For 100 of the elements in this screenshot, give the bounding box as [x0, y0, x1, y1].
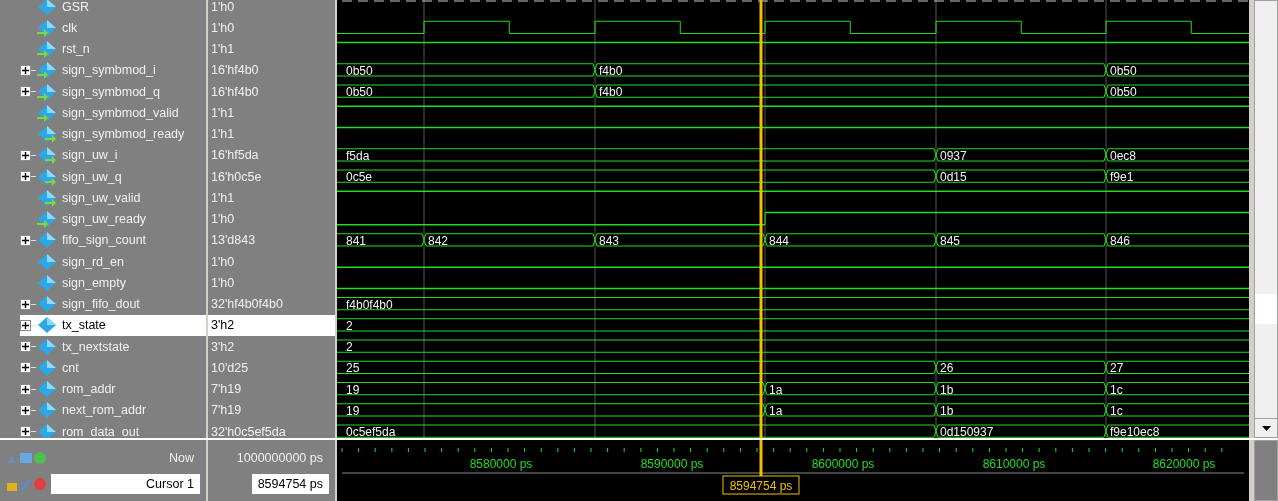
- signal-name: clk: [61, 20, 78, 35]
- signal-row[interactable]: rst_n: [20, 38, 206, 60]
- time-tick-label: 8590000 ps: [640, 457, 704, 471]
- signal-name: sign_rd_en: [61, 254, 124, 269]
- expand-icon[interactable]: [20, 383, 31, 395]
- bus-value: 842: [428, 233, 449, 248]
- bus-value: 2: [346, 340, 353, 354]
- signal-value: 1'h0: [210, 275, 235, 290]
- signal-row[interactable]: clk: [20, 17, 206, 39]
- bus-value: 1b: [940, 382, 954, 397]
- expand-icon[interactable]: [20, 64, 31, 76]
- bus-value: 841: [346, 233, 367, 248]
- now-time: 1000000000 ps: [235, 449, 324, 467]
- bus-value: 0d150937: [940, 425, 994, 438]
- signal-name: sign_uw_valid: [61, 190, 141, 205]
- signal-value: 1'h0: [210, 254, 235, 269]
- now-label: Now: [168, 449, 195, 467]
- signal-name: sign_fifo_dout: [61, 297, 140, 312]
- bus-value: 1b: [940, 403, 954, 418]
- signal-row[interactable]: cnt: [20, 357, 206, 379]
- expand-icon[interactable]: [20, 319, 31, 331]
- bus-value: 0937: [940, 148, 967, 163]
- bus-value: 0d15: [940, 170, 967, 184]
- cursor-flag[interactable]: 8594754 ps: [722, 475, 800, 495]
- signal-name: fifo_sign_count: [61, 233, 147, 248]
- signal-row[interactable]: sign_symbmod_q: [20, 81, 206, 103]
- signal-row[interactable]: sign_uw_ready: [20, 208, 206, 230]
- cursor-time: 8594754 ps: [251, 473, 329, 494]
- signal-value: 16'hf4b0: [210, 84, 259, 99]
- corner-panel: [1254, 440, 1278, 501]
- signal-value: 13'd843: [210, 233, 256, 248]
- signal-value: 1'h1: [210, 42, 235, 57]
- signal-row[interactable]: next_rom_addr: [20, 399, 206, 421]
- time-tick-label: 8600000 ps: [811, 457, 875, 471]
- signal-name: sign_symbmod_q: [61, 84, 160, 99]
- signal-row[interactable]: fifo_sign_count: [20, 229, 206, 251]
- signal-value: 1'h1: [210, 127, 235, 142]
- signal-name: tx_nextstate: [61, 339, 130, 354]
- signal-name: sign_empty: [61, 275, 126, 290]
- signal-name: sign_symbmod_i: [61, 63, 156, 78]
- bus-value: 844: [769, 233, 790, 248]
- signal-name: rom_addr: [61, 382, 116, 397]
- signal-name: GSR: [61, 0, 90, 14]
- signal-row[interactable]: sign_uw_valid: [20, 187, 206, 209]
- expand-icon[interactable]: [20, 86, 31, 98]
- cursor-name[interactable]: Cursor 1: [51, 473, 200, 494]
- signal-value: 1'h0: [210, 20, 235, 35]
- expand-icon[interactable]: [20, 298, 31, 310]
- signal-value: 1'h0: [210, 212, 235, 227]
- signal-row[interactable]: sign_empty: [20, 272, 206, 294]
- bus-value: 25: [346, 361, 360, 376]
- expand-icon[interactable]: [20, 171, 31, 183]
- bus-value: 0c5ef5da: [346, 425, 396, 438]
- bus-value: 1a: [769, 403, 783, 418]
- bus-value: 1c: [1110, 403, 1123, 418]
- expand-icon[interactable]: [20, 149, 31, 161]
- bus-value: 26: [940, 361, 954, 376]
- bus-value: 1a: [769, 382, 783, 397]
- signal-row[interactable]: sign_symbmod_i: [20, 59, 206, 81]
- signal-row[interactable]: tx_state: [20, 314, 206, 336]
- bus-value: f4b0: [599, 63, 623, 78]
- signal-value: 16'h0c5e: [210, 169, 262, 184]
- signal-row[interactable]: sign_fifo_dout: [20, 293, 206, 315]
- signal-row[interactable]: sign_symbmod_ready: [20, 123, 206, 145]
- expand-icon[interactable]: [20, 234, 31, 246]
- bus-value: f4b0f4b0: [346, 297, 393, 312]
- signal-value: 1'h1: [210, 105, 235, 120]
- signal-row[interactable]: sign_rd_en: [20, 251, 206, 273]
- signal-value: 16'hf4b0: [210, 63, 259, 78]
- signal-value: 3'h2: [210, 339, 235, 354]
- signal-name: sign_symbmod_ready: [61, 127, 185, 142]
- signal-value: 7'h19: [210, 382, 242, 397]
- time-tick-label: 8610000 ps: [982, 457, 1046, 471]
- expand-icon[interactable]: [20, 426, 31, 438]
- expand-icon[interactable]: [20, 341, 31, 353]
- signal-name: rom_data_out: [61, 424, 140, 438]
- signal-value: 3'h2: [210, 318, 235, 333]
- bus-value: 846: [1110, 233, 1131, 248]
- scroll-thumb[interactable]: [1255, 294, 1277, 324]
- signal-row[interactable]: GSR: [20, 0, 206, 18]
- signal-row[interactable]: tx_nextstate: [20, 336, 206, 358]
- signal-name: sign_uw_ready: [61, 212, 147, 227]
- expand-icon[interactable]: [20, 404, 31, 416]
- signal-row[interactable]: rom_addr: [20, 378, 206, 400]
- cursor-line[interactable]: [759, 0, 763, 438]
- signal-value: 7'h19: [210, 403, 242, 418]
- bus-value: 0b50: [346, 63, 373, 78]
- signal-name: sign_uw_i: [61, 148, 118, 163]
- signal-value: 1'h1: [210, 190, 235, 205]
- signal-value: 16'hf5da: [210, 148, 259, 163]
- expand-icon[interactable]: [20, 362, 31, 374]
- bus-value: f9e10ec8: [1110, 425, 1160, 438]
- scrollbar[interactable]: [1254, 0, 1278, 438]
- signal-value: 32'h0c5ef5da: [210, 424, 286, 438]
- bus-value: 0c5e: [346, 170, 373, 184]
- signal-row[interactable]: sign_symbmod_valid: [20, 102, 206, 124]
- signal-row[interactable]: rom_data_out: [20, 421, 206, 438]
- signal-row[interactable]: sign_uw_i: [20, 144, 206, 166]
- signal-row[interactable]: sign_uw_q: [20, 166, 206, 188]
- bus-value: 0ec8: [1110, 148, 1137, 163]
